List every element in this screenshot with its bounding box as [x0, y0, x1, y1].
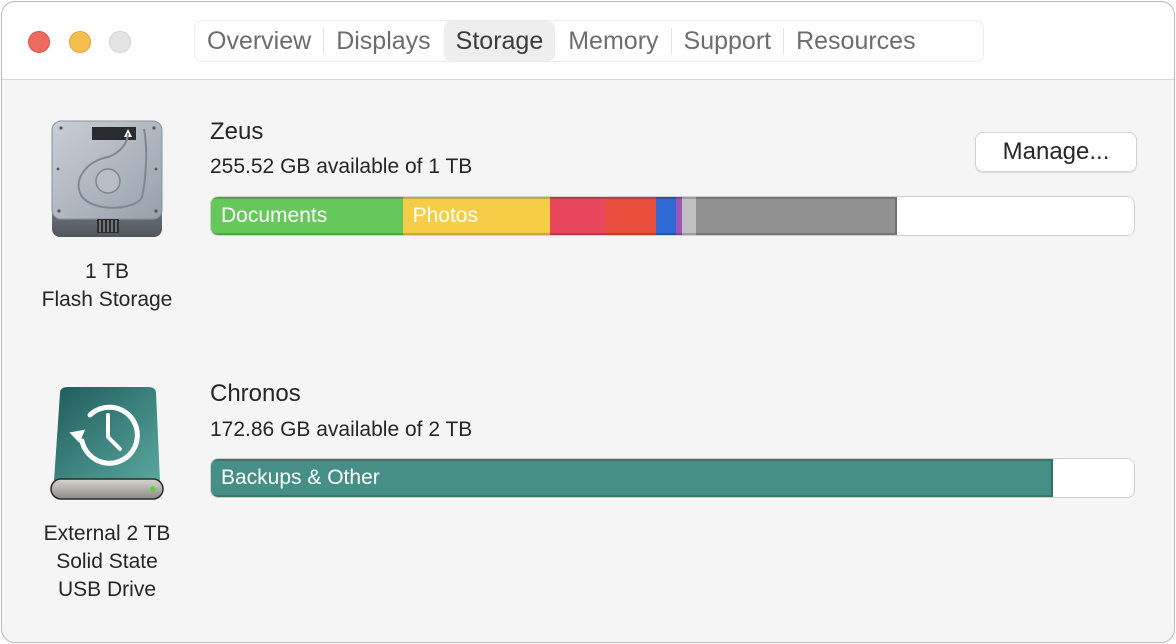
storage-segment-free: [897, 197, 1134, 235]
storage-segment: [550, 197, 607, 235]
internal-disk-icon: [51, 120, 163, 237]
tab-overview[interactable]: Overview: [195, 21, 323, 61]
system-information-window: Overview Displays Storage Memory Support…: [1, 1, 1175, 643]
tab-resources[interactable]: Resources: [784, 21, 928, 61]
storage-segment-documents: Documents: [211, 197, 403, 235]
storage-segment-photos: Photos: [402, 197, 551, 235]
close-button[interactable]: [28, 31, 50, 53]
title-bar: Overview Displays Storage Memory Support…: [2, 2, 1174, 80]
storage-segment: [656, 197, 676, 235]
storage-segment: [681, 197, 696, 235]
tab-support[interactable]: Support: [672, 21, 784, 61]
drive-type-label: Solid State: [56, 550, 158, 573]
zoom-button[interactable]: [109, 31, 131, 53]
tab-displays[interactable]: Displays: [324, 21, 442, 61]
storage-segment: [695, 197, 898, 235]
tab-bar: Overview Displays Storage Memory Support…: [194, 20, 984, 62]
minimize-button[interactable]: [69, 31, 91, 53]
manage-button[interactable]: Manage...: [975, 132, 1137, 172]
tab-memory[interactable]: Memory: [556, 21, 670, 61]
volume-name: Zeus: [210, 118, 264, 145]
volume-availability: 255.52 GB available of 1 TB: [210, 155, 473, 178]
time-machine-drive-icon: [50, 387, 164, 500]
drive-interface-label: USB Drive: [57, 578, 157, 601]
storage-segment-backups-other: Backups & Other: [211, 459, 1054, 497]
drive-caption: 1 TB Flash Storage: [12, 258, 202, 314]
tab-storage[interactable]: Storage: [443, 21, 556, 61]
storage-segment: [606, 197, 657, 235]
drive-type-label: Flash Storage: [41, 288, 173, 311]
volume-name: Chronos: [210, 380, 301, 407]
storage-usage-bar: Documents Photos: [210, 196, 1135, 236]
drive-capacity-label: External 2 TB: [43, 522, 171, 545]
drive-capacity-label: 1 TB: [85, 260, 129, 283]
volume-availability: 172.86 GB available of 2 TB: [210, 418, 473, 441]
storage-segment-free: [1053, 459, 1134, 497]
drive-caption: External 2 TB Solid State USB Drive: [12, 520, 202, 604]
storage-usage-bar: Backups & Other: [210, 458, 1135, 498]
